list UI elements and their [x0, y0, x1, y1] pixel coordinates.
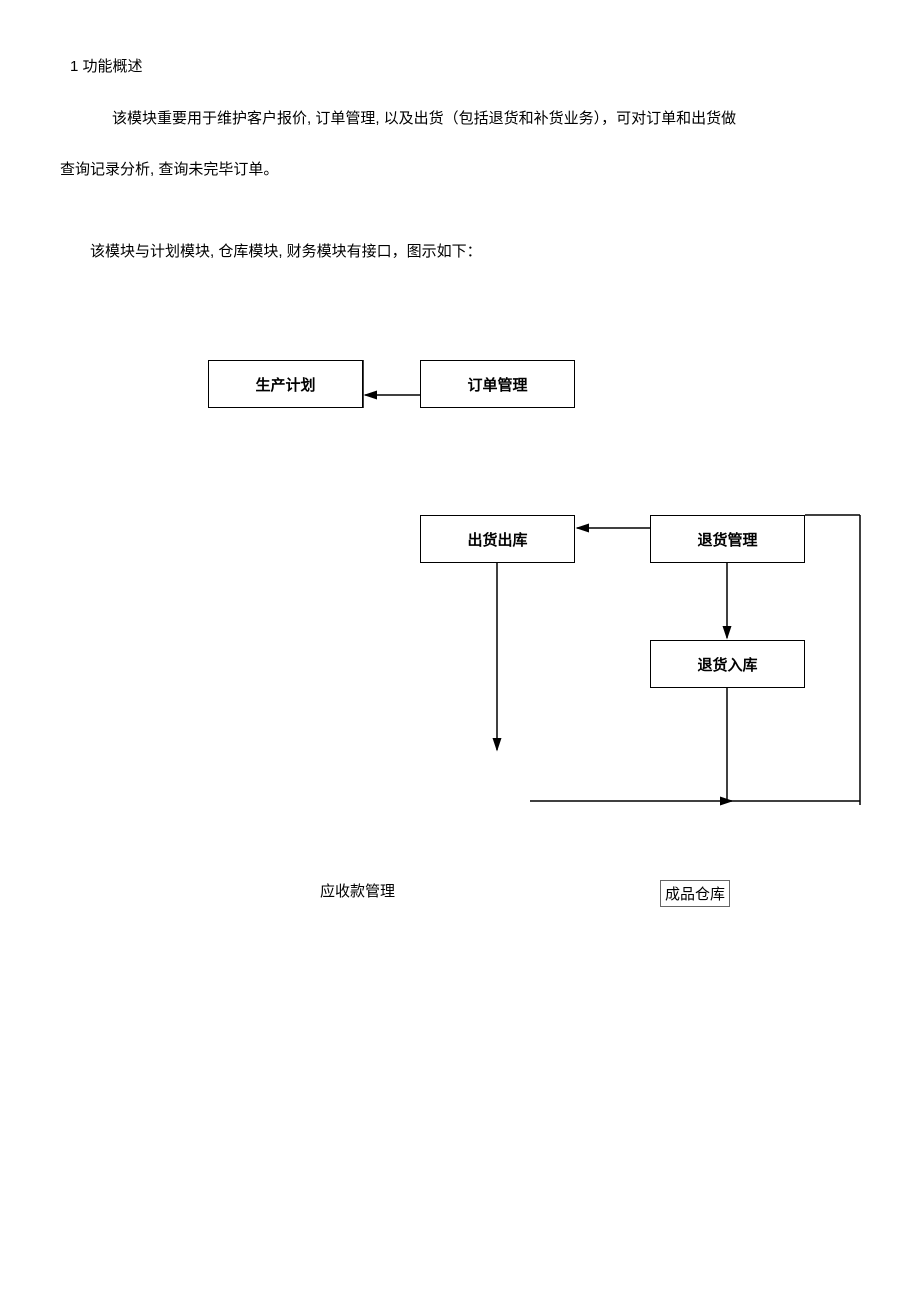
paragraph-2: 该模块与计划模块, 仓库模块, 财务模块有接口，图示如下： [90, 240, 482, 261]
label-receivable: 应收款管理 [320, 880, 395, 901]
flow-diagram: 生产计划 订单管理 出货出库 退货管理 退货入库 应收款管理 成品仓库 [60, 330, 880, 900]
node-return-mgmt: 退货管理 [650, 515, 805, 563]
node-production-plan: 生产计划 [208, 360, 363, 408]
section-heading: 1 功能概述 [70, 55, 143, 76]
node-ship-out: 出货出库 [420, 515, 575, 563]
diagram-connectors [60, 330, 880, 900]
node-return-in: 退货入库 [650, 640, 805, 688]
paragraph-1a: 该模块重要用于维护客户报价, 订单管理, 以及出货（包括退货和补货业务），可对订… [112, 105, 736, 132]
node-order-mgmt: 订单管理 [420, 360, 575, 408]
label-finished-warehouse: 成品仓库 [660, 880, 730, 907]
paragraph-1b: 查询记录分析, 查询未完毕订单。 [60, 158, 278, 179]
